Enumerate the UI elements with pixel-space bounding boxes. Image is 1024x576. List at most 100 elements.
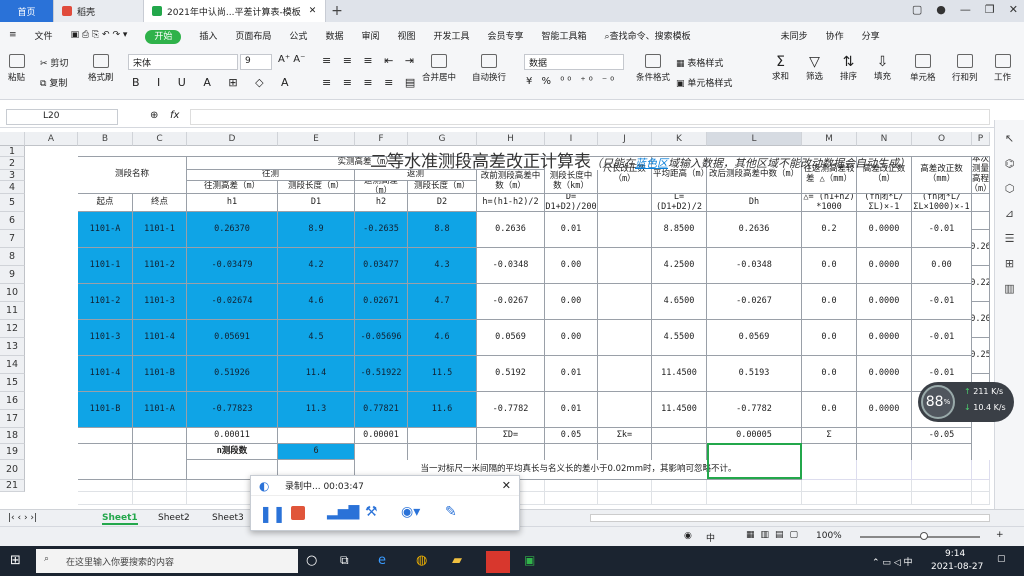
eye-icon[interactable]: ◉ bbox=[684, 531, 692, 541]
height-cell[interactable]: 100.2288 bbox=[972, 266, 990, 302]
font-size-select[interactable]: 9 bbox=[240, 54, 272, 70]
table-cell[interactable]: 0.00 bbox=[545, 320, 598, 356]
table-cell[interactable]: 4.2 bbox=[278, 248, 355, 284]
table-cell[interactable]: 0.05691 bbox=[187, 320, 278, 356]
selected-cell[interactable] bbox=[707, 443, 802, 479]
windows-start-icon[interactable]: ⊞ bbox=[10, 553, 21, 568]
wrap-text-button[interactable]: 自动换行 bbox=[472, 54, 506, 83]
sum-cell[interactable]: ΣD= bbox=[477, 428, 545, 444]
table-cell[interactable]: 0.0 bbox=[802, 356, 857, 392]
row-header[interactable]: 6 bbox=[0, 212, 25, 230]
empty-cell[interactable] bbox=[78, 492, 133, 505]
table-cell[interactable] bbox=[355, 444, 408, 460]
row-header[interactable]: 19 bbox=[0, 444, 25, 460]
recorder-app-icon[interactable]: ▣ bbox=[524, 553, 535, 567]
table-cell[interactable] bbox=[598, 444, 652, 460]
table-cell[interactable]: 4.2500 bbox=[652, 248, 707, 284]
paste-button[interactable]: 粘贴 bbox=[8, 54, 25, 83]
table-cell[interactable]: 1101-3 bbox=[133, 284, 187, 320]
col-header[interactable]: O bbox=[912, 132, 972, 146]
row-header[interactable]: 15 bbox=[0, 374, 25, 392]
menu-review[interactable]: 审阅 bbox=[352, 29, 388, 42]
formula-label[interactable]: L=(D1+D2)/2 bbox=[652, 194, 707, 212]
row-header[interactable]: 12 bbox=[0, 320, 25, 338]
sum-cell[interactable]: 0.00001 bbox=[355, 428, 408, 444]
table-cell[interactable]: 1101-3 bbox=[78, 320, 133, 356]
formula-label[interactable]: △= (h1+h2) *1000 bbox=[802, 194, 857, 212]
row-header[interactable]: 11 bbox=[0, 302, 25, 320]
taskbar-search[interactable]: 在这里输入你要搜索的内容 bbox=[36, 549, 298, 573]
formula-label[interactable]: (fh闭*L/ΣL×1000)×-1 bbox=[912, 194, 972, 212]
sheet-tab-1[interactable]: Sheet1 bbox=[102, 513, 138, 525]
recorder-close-icon[interactable]: ✕ bbox=[502, 479, 511, 492]
table-cell[interactable]: 0.01 bbox=[545, 392, 598, 428]
clock-date[interactable]: 2021-08-27 bbox=[931, 562, 983, 572]
table-cell[interactable]: 0.0000 bbox=[857, 212, 912, 248]
table-cell[interactable] bbox=[278, 428, 355, 444]
empty-cell[interactable] bbox=[598, 492, 652, 505]
table-cell[interactable]: 1101-B bbox=[133, 356, 187, 392]
empty-cell[interactable] bbox=[707, 480, 802, 492]
table-cell[interactable]: 0.0 bbox=[802, 392, 857, 428]
empty-cell[interactable] bbox=[652, 480, 707, 492]
height-cell-blank[interactable] bbox=[972, 212, 990, 230]
property-icon[interactable]: ☰ bbox=[995, 232, 1024, 245]
worksheet-button[interactable]: 工作 bbox=[994, 54, 1011, 83]
sum-cell[interactable]: Σ bbox=[802, 428, 857, 444]
zoom-slider[interactable] bbox=[860, 532, 980, 540]
spreadsheet-grid[interactable]: A B C D E F G H I J K L M N O P 1 2 3 4 5 6 7 8 9 10 11 12 13 14 15 16 1… bbox=[0, 132, 990, 505]
table-cell[interactable]: -0.01 bbox=[912, 284, 972, 320]
table-cell[interactable]: 0.0 bbox=[802, 320, 857, 356]
table-cell[interactable] bbox=[652, 428, 707, 444]
share-button[interactable]: 分享 bbox=[853, 29, 889, 42]
height-cell[interactable]: 100.2636 bbox=[972, 230, 990, 266]
menu-file[interactable]: 文件 bbox=[26, 29, 62, 42]
header-forward[interactable]: 往测 bbox=[187, 170, 355, 181]
menu-insert[interactable]: 插入 bbox=[190, 29, 226, 42]
table-cell[interactable]: -0.0267 bbox=[477, 284, 545, 320]
table-cell[interactable]: 0.77821 bbox=[355, 392, 408, 428]
table-cell[interactable]: 0.51926 bbox=[187, 356, 278, 392]
pause-icon[interactable]: ❚❚ bbox=[259, 504, 286, 523]
row-header[interactable]: 17 bbox=[0, 410, 25, 428]
empty-cell[interactable] bbox=[802, 492, 857, 505]
empty-cell[interactable] bbox=[545, 480, 598, 492]
table-cell[interactable]: 0.2636 bbox=[707, 212, 802, 248]
table-cell[interactable]: -0.2635 bbox=[355, 212, 408, 248]
table-cell[interactable] bbox=[857, 444, 912, 460]
chart-icon[interactable]: ▥ bbox=[995, 282, 1024, 295]
audio-level-icon[interactable]: ▂▅▇ bbox=[327, 504, 359, 520]
shape-icon[interactable]: ⬡ bbox=[995, 182, 1024, 195]
cut-button[interactable]: ✂ 剪切 bbox=[40, 56, 68, 69]
table-cell[interactable]: 0.03477 bbox=[355, 248, 408, 284]
table-cell[interactable]: -0.0267 bbox=[707, 284, 802, 320]
table-cell[interactable]: 8.8 bbox=[408, 212, 477, 248]
number-format-icons[interactable]: ¥ % ⁰⁰ ⁺⁰ ⁻⁰ bbox=[526, 76, 617, 87]
tab-docer[interactable]: 稻壳 bbox=[54, 0, 144, 22]
table-cell[interactable]: 0.2 bbox=[802, 212, 857, 248]
filter-button[interactable]: ▽ 筛选 bbox=[806, 54, 823, 82]
table-cell[interactable]: 11.5 bbox=[408, 356, 477, 392]
segment-count-label[interactable]: n测段数 bbox=[187, 444, 278, 460]
table-cell[interactable]: -0.05696 bbox=[355, 320, 408, 356]
table-cell[interactable]: 1101-1 bbox=[133, 212, 187, 248]
table-cell[interactable] bbox=[652, 444, 707, 460]
col-header[interactable]: K bbox=[652, 132, 707, 146]
sum-cell[interactable]: -0.05 bbox=[912, 428, 972, 444]
table-cell[interactable]: 0.0000 bbox=[857, 356, 912, 392]
row-header[interactable]: 3 bbox=[0, 170, 25, 181]
chrome-icon[interactable]: ◍ bbox=[416, 553, 427, 568]
table-cell[interactable]: 1101-A bbox=[78, 212, 133, 248]
table-cell[interactable]: 1101-B bbox=[78, 392, 133, 428]
formula-label[interactable]: Dh bbox=[707, 194, 802, 212]
table-cell[interactable]: -0.7782 bbox=[477, 392, 545, 428]
table-cell[interactable] bbox=[598, 248, 652, 284]
zoom-formula-icon[interactable]: ⊕ bbox=[150, 110, 158, 121]
empty-cell[interactable] bbox=[707, 492, 802, 505]
table-cell[interactable]: 4.6 bbox=[408, 320, 477, 356]
table-cell[interactable]: 0.02671 bbox=[355, 284, 408, 320]
table-cell[interactable]: 11.4500 bbox=[652, 392, 707, 428]
table-cell[interactable]: 4.7 bbox=[408, 284, 477, 320]
segment-count[interactable]: 6 bbox=[278, 444, 355, 460]
table-cell[interactable] bbox=[477, 444, 545, 460]
